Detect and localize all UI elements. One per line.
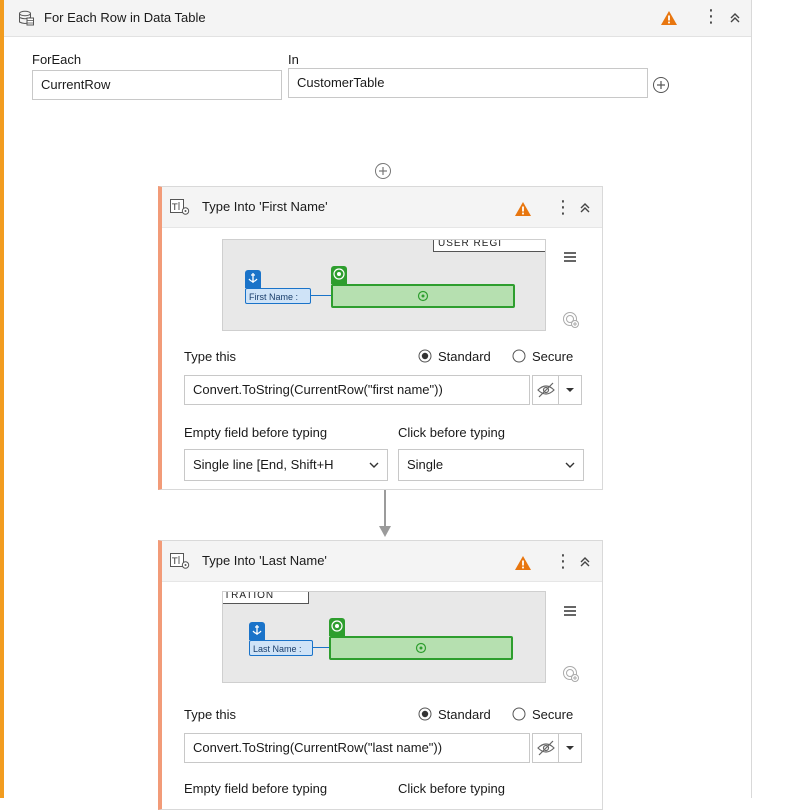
- radio-standard-label: Standard: [438, 707, 491, 722]
- in-input[interactable]: CustomerTable: [288, 68, 648, 98]
- empty-field-label: Empty field before typing: [184, 781, 328, 796]
- eye-slash-icon: [537, 382, 555, 398]
- chevron-down-icon: [369, 462, 379, 468]
- type-this-input[interactable]: Convert.ToString(CurrentRow("first name"…: [184, 375, 530, 405]
- anchor-marker: [249, 622, 265, 640]
- hamburger-menu-icon[interactable]: [560, 247, 580, 267]
- anchor-label: Last Name :: [249, 640, 313, 656]
- foreach-input[interactable]: CurrentRow: [32, 70, 282, 100]
- anchor-connector: [311, 295, 331, 296]
- arrow-down-icon: [379, 526, 391, 537]
- foreach-label: ForEach: [32, 52, 82, 67]
- empty-field-value: Single line [End, Shift+H: [193, 457, 334, 472]
- warning-icon[interactable]: [660, 10, 678, 26]
- radio-standard-selected[interactable]: [418, 707, 432, 721]
- anchor-connector: [313, 647, 329, 648]
- anchor-label: First Name :: [245, 288, 311, 304]
- warning-icon[interactable]: [514, 555, 532, 571]
- kebab-menu-icon[interactable]: ⋮: [554, 552, 572, 570]
- insert-activity-circle-plus-icon[interactable]: [374, 162, 392, 180]
- radio-secure[interactable]: [512, 707, 526, 721]
- type-options-dropdown[interactable]: [558, 375, 582, 405]
- for-each-row-activity[interactable]: For Each Row in Data Table ⋮ ForEach Cur…: [0, 0, 752, 810]
- kebab-menu-icon[interactable]: ⋮: [702, 7, 720, 25]
- element-preview[interactable]: USER REGI First Name :: [222, 239, 546, 331]
- collapse-chevrons-icon[interactable]: [578, 555, 592, 569]
- add-circle-plus-icon[interactable]: [652, 76, 670, 94]
- caret-down-icon: [566, 388, 574, 392]
- eye-slash-icon: [537, 740, 555, 756]
- svg-text:T: T: [171, 203, 178, 213]
- target-element: [331, 284, 515, 308]
- data-table-icon: [19, 10, 34, 26]
- radio-secure-label: Secure: [532, 707, 574, 722]
- kebab-menu-icon[interactable]: ⋮: [554, 198, 572, 216]
- collapse-chevrons-icon[interactable]: [728, 11, 742, 25]
- target-crosshair-icon: [417, 290, 429, 302]
- target-icon: [333, 268, 345, 280]
- hide-text-button[interactable]: [532, 733, 560, 763]
- target-marker: [329, 618, 345, 636]
- indicate-target-icon[interactable]: [562, 311, 580, 329]
- collapse-chevrons-icon[interactable]: [578, 201, 592, 215]
- card-header[interactable]: T Type Into 'Last Name' ⋮: [162, 541, 602, 582]
- anchor-marker: [245, 270, 261, 288]
- click-before-value: Single: [407, 457, 444, 472]
- target-crosshair-icon: [415, 642, 427, 654]
- type-this-label: Type this: [184, 707, 237, 722]
- svg-text:T: T: [171, 557, 178, 567]
- anchor-icon: [248, 273, 258, 283]
- chevron-down-icon: [565, 462, 575, 468]
- type-this-label: Type this: [184, 349, 237, 364]
- target-icon: [331, 620, 343, 632]
- caret-down-icon: [566, 746, 574, 750]
- element-preview[interactable]: TRATION Last Name :: [222, 591, 546, 683]
- radio-secure[interactable]: [512, 349, 526, 363]
- card-header[interactable]: T Type Into 'First Name' ⋮: [162, 187, 602, 228]
- indicate-target-icon[interactable]: [562, 665, 580, 683]
- radio-standard-selected[interactable]: [418, 349, 432, 363]
- target-element: [329, 636, 513, 660]
- radio-standard-label: Standard: [438, 349, 491, 364]
- sequence-connector: [384, 490, 386, 526]
- hamburger-menu-icon[interactable]: [560, 601, 580, 621]
- type-into-last-name-card[interactable]: T Type Into 'Last Name' ⋮ TRATION Last N…: [158, 540, 603, 810]
- type-into-icon: T: [170, 199, 190, 215]
- target-marker: [331, 266, 347, 284]
- click-before-label: Click before typing: [398, 781, 505, 796]
- empty-field-label: Empty field before typing: [184, 425, 328, 440]
- preview-banner: TRATION: [223, 592, 309, 604]
- card-title: Type Into 'First Name': [202, 199, 328, 214]
- hide-text-button[interactable]: [532, 375, 560, 405]
- preview-banner: USER REGI: [433, 240, 545, 252]
- activity-title: For Each Row in Data Table: [44, 10, 206, 25]
- activity-header[interactable]: For Each Row in Data Table ⋮: [4, 0, 751, 37]
- empty-field-select[interactable]: Single line [End, Shift+H: [184, 449, 388, 481]
- warning-icon[interactable]: [514, 201, 532, 217]
- anchor-icon: [252, 625, 262, 635]
- type-into-icon: T: [170, 553, 190, 569]
- click-before-label: Click before typing: [398, 425, 505, 440]
- click-before-select[interactable]: Single: [398, 449, 584, 481]
- type-this-input[interactable]: Convert.ToString(CurrentRow("last name")…: [184, 733, 530, 763]
- in-label: In: [288, 52, 299, 67]
- card-title: Type Into 'Last Name': [202, 553, 327, 568]
- radio-secure-label: Secure: [532, 349, 574, 364]
- type-into-first-name-card[interactable]: T Type Into 'First Name' ⋮ USER REGI Fir…: [158, 186, 603, 490]
- type-options-dropdown[interactable]: [558, 733, 582, 763]
